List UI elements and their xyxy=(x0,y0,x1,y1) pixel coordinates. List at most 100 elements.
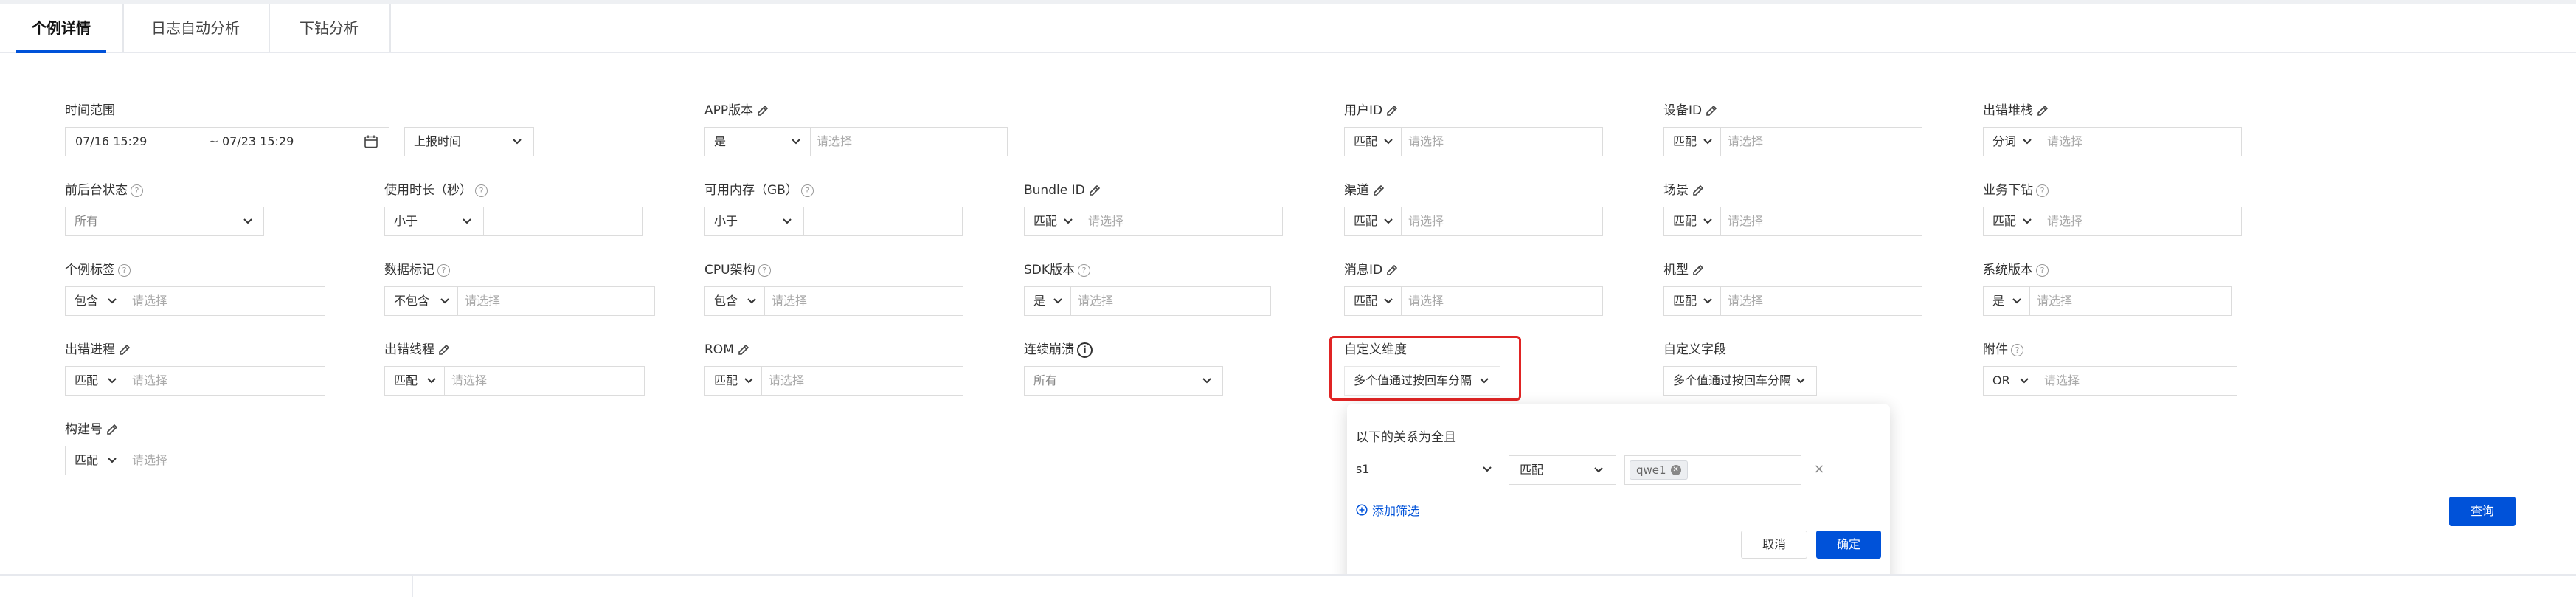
info-icon[interactable]: i xyxy=(1077,342,1093,358)
business-drill-input[interactable]: 请选择 xyxy=(2040,207,2242,236)
help-icon[interactable]: ? xyxy=(1078,263,1091,277)
help-icon[interactable]: ? xyxy=(758,263,771,277)
cpu-arch-op-select[interactable]: 包含 xyxy=(704,286,765,316)
sdk-version-op-select[interactable]: 是 xyxy=(1024,286,1071,316)
bottom-panel-edge xyxy=(0,574,2576,597)
message-id-op-select[interactable]: 匹配 xyxy=(1344,286,1402,316)
app-version-label: APP版本 xyxy=(704,103,769,119)
time-range-start[interactable]: 07/16 15:29 xyxy=(75,128,147,155)
case-tag-op-select[interactable]: 包含 xyxy=(65,286,125,316)
tab-log-analysis[interactable]: 日志自动分析 xyxy=(122,4,270,52)
os-version-op-select[interactable]: 是 xyxy=(1983,286,2030,316)
time-type-select[interactable]: 上报时间 xyxy=(404,127,534,156)
message-id-input[interactable]: 请选择 xyxy=(1401,286,1603,316)
consecutive-crash-value: 所有 xyxy=(1033,373,1058,387)
calendar-icon[interactable] xyxy=(364,134,378,149)
edit-icon[interactable] xyxy=(1705,104,1718,117)
help-icon[interactable]: ? xyxy=(118,263,131,277)
device-id-op-select[interactable]: 匹配 xyxy=(1663,127,1721,156)
sdk-version-input[interactable]: 请选择 xyxy=(1070,286,1271,316)
channel-input[interactable]: 请选择 xyxy=(1401,207,1603,236)
consecutive-crash-select[interactable]: 所有 xyxy=(1024,366,1223,396)
rom-placeholder: 请选择 xyxy=(769,373,805,387)
edit-icon[interactable] xyxy=(1088,184,1101,197)
device-model-label: 机型 xyxy=(1663,262,1705,278)
user-id-input[interactable]: 请选择 xyxy=(1401,127,1603,156)
available-memory-op-select[interactable]: 小于 xyxy=(704,207,804,236)
error-process-input[interactable]: 请选择 xyxy=(125,366,325,396)
help-icon[interactable]: ? xyxy=(475,184,488,197)
edit-icon[interactable] xyxy=(2036,104,2049,117)
edit-icon[interactable] xyxy=(118,343,131,356)
edit-icon[interactable] xyxy=(105,423,119,436)
user-id-placeholder: 请选择 xyxy=(1408,134,1444,148)
fg-bg-state-select[interactable]: 所有 xyxy=(65,207,264,236)
chevron-down-icon xyxy=(1703,128,1713,155)
rom-op-select[interactable]: 匹配 xyxy=(704,366,762,396)
add-filter-link[interactable]: 添加筛选 xyxy=(1356,501,1419,519)
error-thread-op-select[interactable]: 匹配 xyxy=(384,366,445,396)
bundle-id-op-select[interactable]: 匹配 xyxy=(1024,207,1081,236)
custom-field-select[interactable]: 多个值通过按回车分隔 xyxy=(1663,366,1817,396)
help-icon[interactable]: ? xyxy=(437,263,450,277)
scene-input[interactable]: 请选择 xyxy=(1720,207,1922,236)
available-memory-input[interactable] xyxy=(803,207,963,236)
popup-tag-input[interactable]: qwe1 ✕ xyxy=(1624,455,1801,485)
attachment-op-select[interactable]: OR xyxy=(1983,366,2037,396)
error-process-op-select[interactable]: 匹配 xyxy=(65,366,125,396)
remove-row-icon[interactable]: × xyxy=(1812,461,1827,477)
help-icon[interactable]: ? xyxy=(2036,184,2049,197)
chevron-down-icon xyxy=(1593,456,1604,483)
help-icon[interactable]: ? xyxy=(800,184,814,197)
edit-icon[interactable] xyxy=(437,343,451,356)
data-mark-op-select[interactable]: 不包含 xyxy=(384,286,458,316)
popup-op-select[interactable]: 匹配 xyxy=(1509,455,1616,485)
bundle-id-input[interactable]: 请选择 xyxy=(1081,207,1283,236)
app-version-op-select[interactable]: 是 xyxy=(704,127,811,156)
usage-duration-input[interactable] xyxy=(483,207,643,236)
cpu-arch-input[interactable]: 请选择 xyxy=(764,286,963,316)
os-version-input[interactable]: 请选择 xyxy=(2029,286,2232,316)
scene-op-select[interactable]: 匹配 xyxy=(1663,207,1721,236)
attachment-input[interactable]: 请选择 xyxy=(2037,366,2237,396)
popup-field-select[interactable]: s1 xyxy=(1347,455,1502,485)
app-version-input[interactable]: 请选择 xyxy=(810,127,1008,156)
help-icon[interactable]: ? xyxy=(2011,343,2023,356)
edit-icon[interactable] xyxy=(1692,263,1705,277)
error-stack-op-select[interactable]: 分词 xyxy=(1983,127,2040,156)
edit-icon[interactable] xyxy=(1385,263,1399,277)
edit-icon[interactable] xyxy=(1385,104,1399,117)
error-thread-input[interactable]: 请选择 xyxy=(444,366,645,396)
case-tag-input[interactable]: 请选择 xyxy=(125,286,325,316)
query-button[interactable]: 查询 xyxy=(2449,497,2516,526)
tab-case-detail[interactable]: 个例详情 xyxy=(0,4,124,53)
time-range-picker[interactable]: 07/16 15:29 ~ 07/23 15:29 xyxy=(65,127,389,156)
user-id-op-select[interactable]: 匹配 xyxy=(1344,127,1402,156)
channel-op-select[interactable]: 匹配 xyxy=(1344,207,1402,236)
rom-input[interactable]: 请选择 xyxy=(761,366,963,396)
build-number-op: 匹配 xyxy=(75,453,99,467)
error-stack-input[interactable]: 请选择 xyxy=(2040,127,2242,156)
edit-icon[interactable] xyxy=(1692,184,1705,197)
build-number-op-select[interactable]: 匹配 xyxy=(65,446,125,475)
tab-drill-analysis[interactable]: 下钻分析 xyxy=(269,4,391,52)
cancel-button[interactable]: 取消 xyxy=(1741,531,1807,559)
build-number-input[interactable]: 请选择 xyxy=(125,446,325,475)
confirm-button[interactable]: 确定 xyxy=(1816,531,1881,559)
time-range-end[interactable]: 07/23 15:29 xyxy=(222,128,294,155)
data-mark-input[interactable]: 请选择 xyxy=(457,286,655,316)
device-model-op-select[interactable]: 匹配 xyxy=(1663,286,1721,316)
close-icon[interactable]: ✕ xyxy=(1670,465,1681,475)
help-icon[interactable]: ? xyxy=(131,184,143,197)
device-id-input[interactable]: 请选择 xyxy=(1720,127,1922,156)
error-process-placeholder: 请选择 xyxy=(132,373,168,387)
edit-icon[interactable] xyxy=(737,343,750,356)
edit-icon[interactable] xyxy=(756,104,769,117)
scene-op: 匹配 xyxy=(1673,214,1697,228)
scene-label: 场景 xyxy=(1663,182,1705,199)
usage-duration-op-select[interactable]: 小于 xyxy=(384,207,484,236)
help-icon[interactable]: ? xyxy=(2036,263,2049,277)
device-model-input[interactable]: 请选择 xyxy=(1720,286,1922,316)
edit-icon[interactable] xyxy=(1372,184,1385,197)
business-drill-op-select[interactable]: 匹配 xyxy=(1983,207,2040,236)
